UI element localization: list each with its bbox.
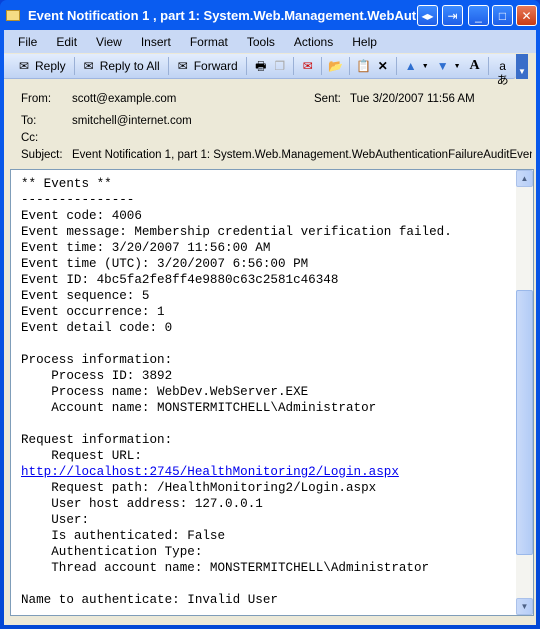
window-title: Event Notification 1 , part 1: System.We… bbox=[28, 7, 428, 23]
menu-file[interactable]: File bbox=[18, 35, 37, 49]
menu-view[interactable]: View bbox=[96, 35, 122, 49]
chevron-down-icon[interactable]: ▼ bbox=[422, 63, 429, 70]
delete-icon[interactable]: ✕ bbox=[375, 59, 391, 73]
move-to-folder-icon[interactable]: 📂 bbox=[328, 59, 344, 73]
maximize-button[interactable]: □ bbox=[492, 5, 513, 26]
menu-help[interactable]: Help bbox=[352, 35, 377, 49]
restore-to-tray-icon[interactable]: ⇥ bbox=[442, 5, 463, 26]
chevron-down-icon[interactable]: ▼ bbox=[454, 63, 461, 70]
reply-button[interactable]: ✉ Reply bbox=[16, 59, 66, 73]
vertical-scrollbar[interactable]: ▲ ▼ bbox=[516, 170, 533, 615]
forward-icon: ✉ bbox=[177, 59, 188, 73]
scrollbar-thumb[interactable] bbox=[516, 290, 533, 555]
junk-mail-icon[interactable]: ✉ bbox=[300, 59, 316, 73]
toolbar-options-icon[interactable]: ▼ bbox=[516, 54, 528, 79]
move-icon[interactable]: ◂▸ bbox=[417, 5, 438, 26]
message-body[interactable]: ** Events ** --------------- Event code:… bbox=[10, 169, 534, 616]
encoding-icon[interactable]: aあ bbox=[495, 59, 511, 87]
scroll-down-button[interactable]: ▼ bbox=[516, 598, 533, 615]
print-icon[interactable]: 🖶 bbox=[253, 59, 269, 73]
close-button[interactable]: ✕ bbox=[516, 5, 537, 26]
reply-all-button[interactable]: ✉ Reply to All bbox=[81, 59, 160, 73]
forward-button[interactable]: ✉ Forward bbox=[175, 59, 238, 73]
minimize-button[interactable]: _ bbox=[468, 5, 489, 26]
request-url-link[interactable]: http://localhost:2745/HealthMonitoring2/… bbox=[21, 465, 399, 479]
reply-icon: ✉ bbox=[18, 59, 30, 73]
toolbar: ✉ Reply ✉ Reply to All ✉ Forward 🖶 ❐ ✉ 📂 📋 … bbox=[4, 54, 516, 87]
menu-insert[interactable]: Insert bbox=[141, 35, 171, 49]
scroll-up-button[interactable]: ▲ bbox=[516, 170, 533, 187]
copy-icon[interactable]: ❐ bbox=[272, 59, 288, 73]
from-value[interactable]: scott@example.com bbox=[72, 93, 176, 105]
menu-format[interactable]: Format bbox=[190, 35, 228, 49]
sent-value: Tue 3/20/2007 11:56 AM bbox=[350, 93, 475, 105]
subject-value: Event Notification 1, part 1: System.Web… bbox=[72, 149, 532, 161]
outlook-message-window: Event Notification 1 , part 1: System.We… bbox=[0, 0, 540, 629]
envelope-icon bbox=[6, 9, 20, 21]
previous-item-icon[interactable]: ▲ bbox=[403, 59, 419, 73]
font-size-icon[interactable]: A bbox=[467, 59, 483, 73]
to-value[interactable]: smitchell@internet.com bbox=[72, 115, 192, 127]
message-header: From: scott@example.com Sent: Tue 3/20/2… bbox=[21, 93, 532, 161]
menu-bar: File Edit View Insert Format Tools Actio… bbox=[4, 30, 536, 53]
next-item-icon[interactable]: ▼ bbox=[435, 59, 451, 73]
menu-actions[interactable]: Actions bbox=[294, 35, 333, 49]
menu-tools[interactable]: Tools bbox=[247, 35, 275, 49]
reply-all-icon: ✉ bbox=[83, 59, 94, 73]
menu-edit[interactable]: Edit bbox=[56, 35, 77, 49]
paste-icon[interactable]: 📋 bbox=[356, 59, 372, 73]
